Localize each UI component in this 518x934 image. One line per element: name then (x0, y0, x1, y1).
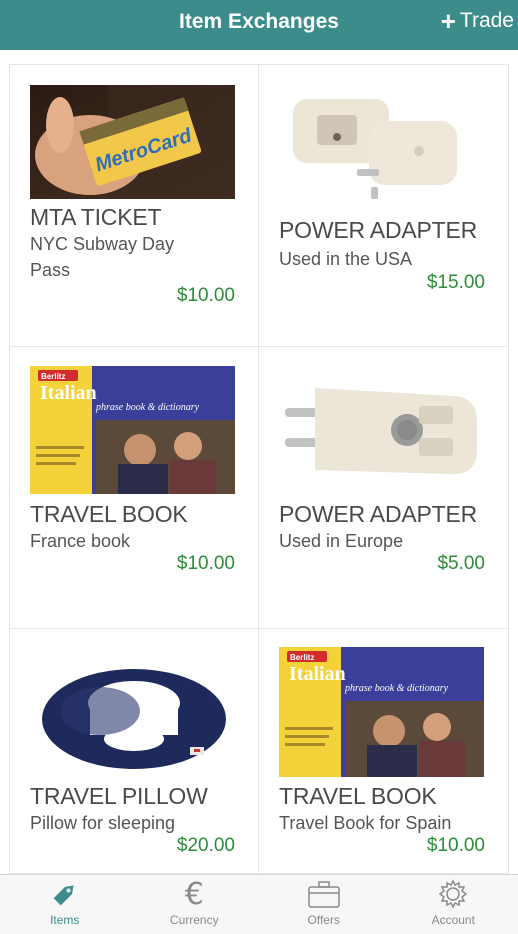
items-grid: MetroCard MTA TICKET NYC Subway Day Pass… (9, 64, 509, 875)
item-card[interactable]: POWER ADAPTER Used in Europe $5.00 (259, 347, 508, 629)
item-price: $15.00 (426, 272, 485, 293)
tab-items[interactable]: Items (0, 875, 130, 934)
item-card[interactable]: TRAVEL PILLOW Pillow for sleeping $20.00 (10, 629, 259, 875)
tab-label: Items (50, 913, 80, 927)
item-description: France book (30, 531, 131, 551)
book-title-text: Italian (289, 663, 346, 685)
item-description: Travel Book for Spain (279, 813, 452, 833)
tab-currency[interactable]: € Currency (130, 875, 260, 934)
euro-icon: € (184, 876, 204, 912)
item-title: POWER ADAPTER (279, 217, 478, 243)
item-card[interactable]: POWER ADAPTER Used in the USA $15.00 (259, 65, 508, 347)
item-description: Used in the USA (279, 249, 413, 269)
tag-icon (0, 875, 130, 913)
item-card[interactable]: Berlitz Italian phrase book & dictionary… (259, 629, 508, 875)
item-price: $10.00 (176, 285, 235, 306)
item-title: TRAVEL PILLOW (30, 783, 208, 809)
item-price: $20.00 (176, 835, 235, 856)
item-title: POWER ADAPTER (279, 501, 478, 527)
tab-bar: Items € Currency Offers Account (0, 874, 518, 934)
book-title-text: Italian (40, 382, 97, 404)
item-card[interactable]: MetroCard MTA TICKET NYC Subway Day Pass… (10, 65, 259, 347)
tab-label: Offers (307, 913, 340, 927)
item-title: MTA TICKET (30, 204, 162, 230)
briefcase-icon (259, 875, 389, 913)
item-description: Pillow for sleeping (30, 813, 176, 833)
item-image-book-cover: Berlitz Italian phrase book & dictionary (30, 366, 235, 494)
item-description: Used in Europe (279, 531, 404, 551)
book-brand-text: Berlitz (290, 653, 314, 662)
item-price: $5.00 (437, 553, 485, 574)
book-subtitle-text: phrase book & dictionary (344, 683, 449, 694)
tab-account[interactable]: Account (389, 875, 518, 934)
item-price: $10.00 (176, 553, 235, 574)
item-title: TRAVEL BOOK (30, 501, 188, 527)
item-card[interactable]: Berlitz Italian phrase book & dictionary… (10, 347, 259, 629)
item-image-eu-adapter (279, 366, 484, 494)
trade-label: Trade (459, 9, 514, 32)
tab-offers[interactable]: Offers (259, 875, 389, 934)
item-price: $10.00 (426, 835, 485, 856)
item-image-neck-pillow (30, 647, 235, 777)
tab-label: Currency (169, 913, 219, 927)
item-title: TRAVEL BOOK (279, 783, 437, 809)
gear-icon (389, 875, 518, 913)
plus-icon: + (440, 6, 456, 36)
add-trade-button[interactable]: + Trade (440, 6, 514, 36)
book-subtitle-text: phrase book & dictionary (95, 402, 200, 413)
navigation-bar: Item Exchanges + Trade (0, 0, 518, 50)
item-description: NYC Subway Day Pass (30, 234, 175, 280)
item-image-us-adapter (279, 85, 484, 199)
item-image-metrocard: MetroCard (30, 85, 235, 199)
item-image-book-cover: Berlitz Italian phrase book & dictionary (279, 647, 484, 777)
book-brand-text: Berlitz (41, 372, 65, 381)
tab-label: Account (431, 913, 475, 927)
